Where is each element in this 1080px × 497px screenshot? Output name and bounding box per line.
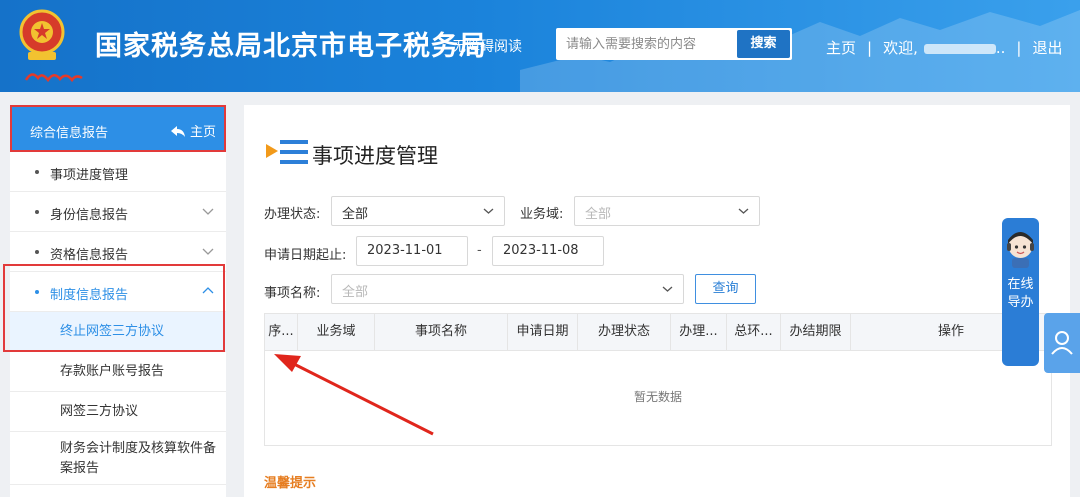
data-table: 序... 业务域 事项名称 申请日期 办理状态 办理... 总环... 办结期限… xyxy=(264,313,1052,446)
national-emblem-icon xyxy=(19,9,65,60)
site-title: 国家税务总局北京市电子税务局 xyxy=(95,31,487,62)
page-title: 事项进度管理 xyxy=(312,144,438,168)
tax-logo-text-icon xyxy=(24,73,83,83)
sidebar-subitem-label: 存款账户账号报告 xyxy=(60,364,165,379)
date-start-input[interactable]: 2023-11-01 xyxy=(356,236,468,266)
chevron-down-icon xyxy=(662,286,673,292)
list-icon xyxy=(266,140,308,164)
sidebar-item-label: 事项进度管理 xyxy=(50,168,129,183)
search-button[interactable]: 搜索 xyxy=(737,30,790,58)
column-header[interactable]: 总环... xyxy=(727,314,781,350)
tips-title: 温馨提示 xyxy=(264,476,317,491)
guide-label: 在线导办 xyxy=(1007,277,1034,310)
logout-link[interactable]: 退出 xyxy=(1032,39,1062,57)
status-label: 办理状态: xyxy=(264,207,321,222)
table-header: 序... 业务域 事项名称 申请日期 办理状态 办理... 总环... 办结期限… xyxy=(265,314,1051,351)
sidebar-title: 综合信息报告 xyxy=(30,126,109,141)
column-header[interactable]: 办结期限 xyxy=(781,314,851,350)
query-button[interactable]: 查询 xyxy=(695,274,756,304)
accessibility-reading-link[interactable]: 无障碍阅读 xyxy=(452,36,522,56)
top-nav: 主页 | 欢迎,.. | 退出 xyxy=(826,37,1062,58)
date-end-value: 2023-11-08 xyxy=(503,243,579,258)
domain-select[interactable]: 全部 xyxy=(574,196,760,226)
search-box: 搜索 xyxy=(556,28,792,60)
bullet-icon xyxy=(35,250,39,254)
sidebar-item-label: 身份信息报告 xyxy=(50,208,129,223)
status-select[interactable]: 全部 xyxy=(331,196,505,226)
nav-home-link[interactable]: 主页 xyxy=(826,39,856,57)
item-name-label: 事项名称: xyxy=(264,286,321,301)
sidebar-home-label: 主页 xyxy=(189,125,216,140)
nav-separator: | xyxy=(867,39,873,57)
date-separator: - xyxy=(477,243,482,258)
welcome-text: 欢迎, xyxy=(883,39,918,57)
back-arrow-icon xyxy=(170,126,185,137)
sidebar-item-identity[interactable]: 身份信息报告 xyxy=(10,192,226,232)
user-icon xyxy=(1051,331,1073,355)
sidebar-subitem-bank-account[interactable]: 存款账户账号报告 xyxy=(10,352,226,392)
chevron-down-icon xyxy=(738,208,749,214)
sidebar-subitem-label: 财务会计制度及核算软件备案报告 xyxy=(60,441,217,476)
date-end-input[interactable]: 2023-11-08 xyxy=(492,236,604,266)
item-name-placeholder: 全部 xyxy=(342,285,369,300)
column-header[interactable]: 办理状态 xyxy=(578,314,671,350)
sidebar-home-link[interactable]: 主页 xyxy=(170,121,216,140)
sidebar-item-label: 资格信息报告 xyxy=(50,248,129,263)
status-value: 全部 xyxy=(342,207,369,222)
header-bar: 国家税务总局北京市电子税务局 无障碍阅读 搜索 主页 | 欢迎,.. | 退出 xyxy=(0,0,1080,92)
empty-state-text: 暂无数据 xyxy=(633,390,682,404)
online-guide-button[interactable]: 在线导办 xyxy=(1002,218,1039,366)
user-center-tab[interactable] xyxy=(1044,313,1080,373)
sidebar-subitem-label: 网签三方协议 xyxy=(60,404,139,419)
column-header[interactable]: 办理... xyxy=(671,314,727,350)
username-redacted xyxy=(923,43,996,54)
bullet-icon xyxy=(35,170,39,174)
highlight-box xyxy=(3,264,225,352)
nav-separator: | xyxy=(1016,39,1022,57)
column-header[interactable]: 业务域 xyxy=(298,314,375,350)
sidebar-subitem-accounting-filing[interactable]: 财务会计制度及核算软件备案报告 xyxy=(10,432,226,485)
item-name-select[interactable]: 全部 xyxy=(331,274,684,304)
column-header[interactable]: 申请日期 xyxy=(508,314,578,350)
column-header[interactable]: 事项名称 xyxy=(375,314,508,350)
customer-service-avatar-icon xyxy=(1007,232,1034,268)
sidebar-subitem-tripartite-agreement[interactable]: 网签三方协议 xyxy=(10,392,226,432)
search-input[interactable] xyxy=(556,28,732,60)
column-header[interactable]: 序... xyxy=(265,314,298,350)
bullet-icon xyxy=(35,210,39,214)
chevron-down-icon xyxy=(483,208,494,214)
main-panel: 事项进度管理 办理状态: 全部 业务域: 全部 申请日期起止: 2023-11-… xyxy=(244,105,1070,497)
chevron-down-icon xyxy=(202,208,214,215)
chevron-down-icon xyxy=(202,248,214,255)
domain-label: 业务域: xyxy=(520,207,564,222)
date-range-label: 申请日期起止: xyxy=(264,248,347,263)
domain-placeholder: 全部 xyxy=(585,207,612,222)
date-start-value: 2023-11-01 xyxy=(367,243,443,258)
sidebar-item-progress[interactable]: 事项进度管理 xyxy=(10,152,226,192)
username-ellipsis: .. xyxy=(995,39,1006,57)
sidebar-header: 综合信息报告 主页 xyxy=(10,105,226,152)
